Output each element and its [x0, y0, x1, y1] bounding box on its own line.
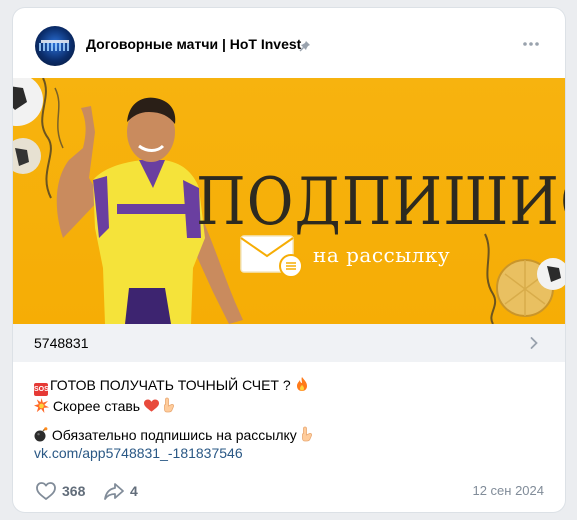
point-down-icon — [301, 426, 312, 442]
post-card: Договорные матчи | HoT Invest ПОДПИШИ на… — [13, 8, 565, 512]
post-link[interactable]: vk.com/app5748831_-181837546 — [34, 445, 243, 461]
more-dots-icon[interactable] — [521, 38, 541, 50]
post-text-line-1: SOSГОТОВ ПОЛУЧАТЬ ТОЧНЫЙ СЧЕТ ? — [34, 376, 309, 396]
post-text-2: Скорее ставь — [52, 398, 141, 414]
post-footer: 368 4 12 сен 2024 — [13, 470, 565, 512]
banner-title: ПОДПИШИСЬ — [196, 164, 565, 240]
like-count: 368 — [62, 483, 86, 499]
heart-icon — [143, 399, 159, 412]
post-date[interactable]: 12 сен 2024 — [472, 483, 544, 498]
fire-icon — [296, 377, 307, 391]
post-text-3: Обязательно подпишись на рассылку — [51, 427, 297, 443]
group-avatar[interactable] — [35, 26, 75, 66]
chevron-right-icon — [530, 337, 538, 349]
share-arrow-icon[interactable] — [103, 481, 125, 501]
point-down-icon — [163, 397, 174, 413]
post-banner-image[interactable]: ПОДПИШИСЬ на рассылку — [13, 78, 565, 324]
pin-icon — [299, 41, 310, 52]
post-text-line-3: Обязательно подпишись на рассылку — [34, 426, 313, 443]
bomb-icon — [34, 427, 48, 442]
post-header: Договорные матчи | HoT Invest — [13, 8, 565, 78]
heart-outline-icon[interactable] — [35, 481, 57, 501]
banner-subtitle: на рассылку — [313, 243, 451, 267]
collision-icon — [34, 398, 49, 413]
group-name[interactable]: Договорные матчи | HoT Invest — [86, 36, 301, 52]
envelope-icon — [240, 235, 303, 278]
attachment-link-bar[interactable]: 5748831 — [13, 324, 565, 362]
sos-icon: SOS — [34, 383, 49, 396]
post-text-1: ГОТОВ ПОЛУЧАТЬ ТОЧНЫЙ СЧЕТ ? — [50, 377, 291, 393]
attachment-id: 5748831 — [34, 335, 89, 351]
share-count: 4 — [130, 483, 138, 499]
post-text-line-2: Скорее ставь — [34, 397, 175, 414]
avatar-skyline — [39, 43, 71, 51]
